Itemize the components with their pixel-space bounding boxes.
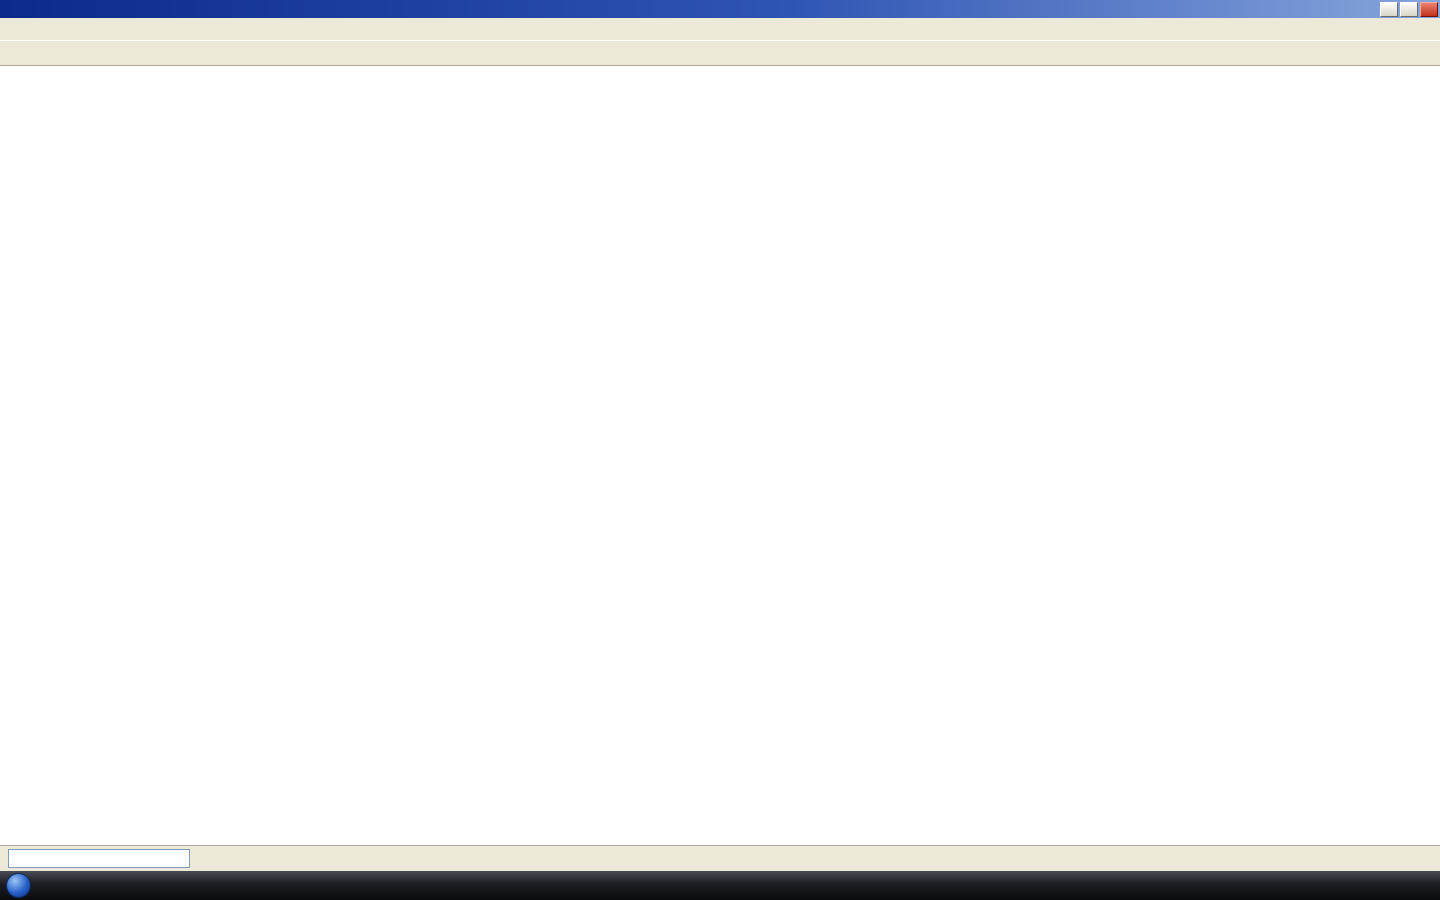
instrument-search[interactable] bbox=[8, 849, 190, 868]
chart-area bbox=[0, 66, 1440, 845]
menu-bar bbox=[0, 18, 1440, 40]
toolbar bbox=[0, 40, 1440, 66]
taskbar bbox=[0, 871, 1440, 900]
system-tray bbox=[1390, 878, 1440, 894]
app-icon bbox=[3, 2, 17, 16]
tray-chevron-icon[interactable] bbox=[1390, 878, 1406, 894]
search-input[interactable] bbox=[12, 852, 167, 866]
maximize-button[interactable] bbox=[1400, 2, 1418, 17]
bottom-bar bbox=[0, 845, 1440, 871]
minimize-button[interactable] bbox=[1380, 2, 1398, 17]
close-button[interactable] bbox=[1420, 2, 1438, 17]
title-bar bbox=[0, 0, 1440, 18]
start-button[interactable] bbox=[6, 873, 31, 898]
